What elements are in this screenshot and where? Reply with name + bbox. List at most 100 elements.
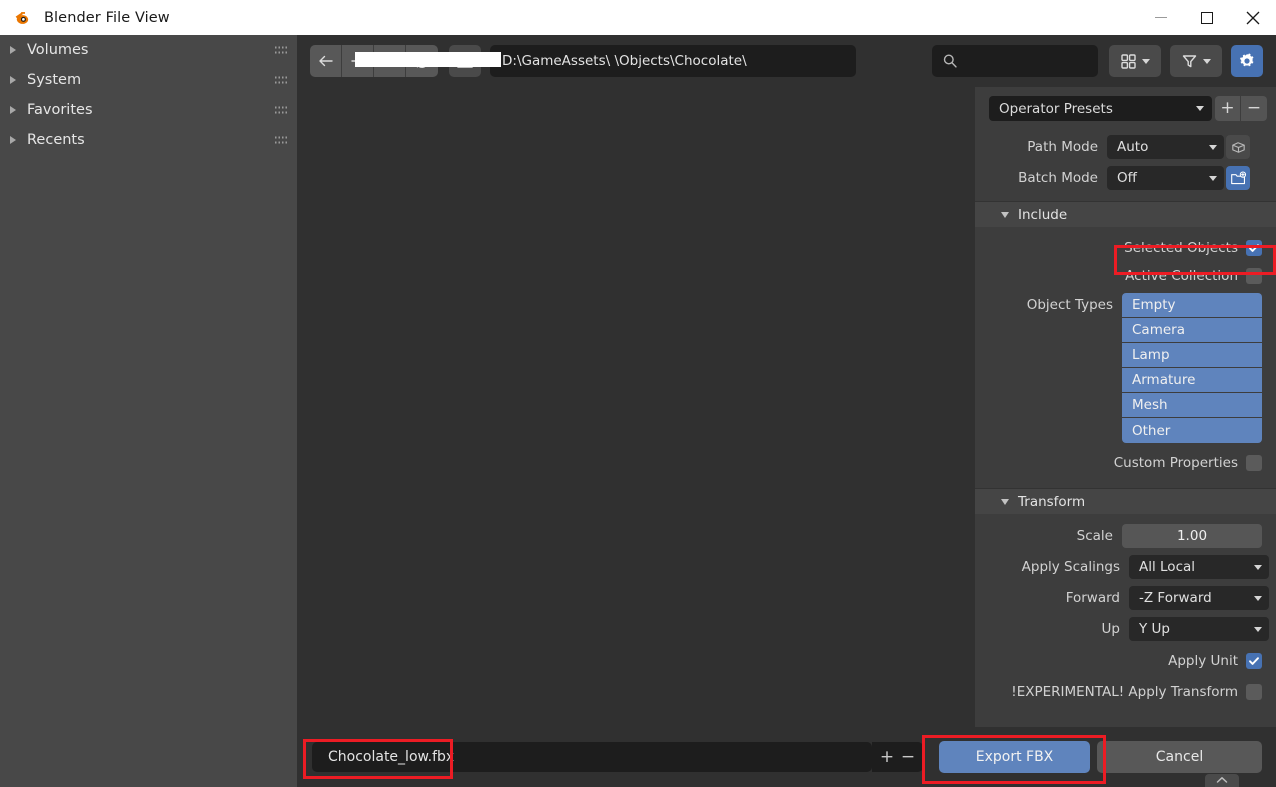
- apply-transform-checkbox[interactable]: [1246, 683, 1262, 700]
- apply-unit-label: Apply Unit: [1168, 652, 1238, 669]
- sidebar-item-label: Volumes: [27, 42, 89, 58]
- resize-panel-handle[interactable]: [1205, 774, 1239, 787]
- sidebar-item-label: Favorites: [27, 102, 93, 118]
- funnel-filter-icon: [1182, 54, 1197, 67]
- apply-scalings-value: All Local: [1139, 559, 1196, 575]
- object-types-list[interactable]: Empty Camera Lamp Armature Mesh Other: [1122, 293, 1262, 443]
- scale-label: Scale: [1076, 528, 1113, 544]
- scale-value-field[interactable]: 1.00: [1122, 524, 1262, 548]
- remove-preset-button[interactable]: −: [1241, 96, 1267, 121]
- drag-grip-icon[interactable]: [274, 45, 288, 55]
- apply-unit-row[interactable]: Apply Unit: [975, 648, 1276, 673]
- add-preset-button[interactable]: +: [1215, 96, 1241, 121]
- drag-grip-icon[interactable]: [274, 75, 288, 85]
- minimize-button[interactable]: [1138, 0, 1184, 35]
- options-gear-button[interactable]: [1231, 45, 1263, 77]
- export-fbx-label: Export FBX: [975, 749, 1054, 765]
- operator-presets-label: Operator Presets: [999, 100, 1113, 117]
- back-button[interactable]: [310, 45, 342, 77]
- selected-objects-row[interactable]: Selected Objects: [975, 235, 1276, 260]
- apply-transform-label: !EXPERIMENTAL! Apply Transform: [1011, 683, 1238, 700]
- object-type-label: Armature: [1132, 372, 1196, 388]
- apply-unit-checkbox[interactable]: [1246, 652, 1262, 669]
- up-select[interactable]: Y Up: [1129, 617, 1269, 641]
- sidebar-item-label: System: [27, 72, 82, 88]
- object-type-label: Other: [1132, 422, 1171, 439]
- active-collection-checkbox[interactable]: [1246, 267, 1262, 284]
- forward-label: Forward: [1065, 590, 1120, 606]
- object-type-armature[interactable]: Armature: [1122, 368, 1262, 393]
- blender-file-view-window: Blender File View Volumes System Favorit…: [0, 0, 1276, 787]
- up-row: Up Y Up: [975, 616, 1276, 642]
- window-title-bar: Blender File View: [0, 0, 1276, 35]
- path-mode-row: Path Mode Auto: [975, 134, 1276, 160]
- object-type-other[interactable]: Other: [1122, 418, 1262, 443]
- transform-section-header[interactable]: Transform: [975, 488, 1276, 514]
- drag-grip-icon[interactable]: [274, 105, 288, 115]
- arrow-left-icon: [318, 55, 333, 67]
- checkmark-icon: [1249, 656, 1259, 665]
- selected-objects-checkbox[interactable]: [1246, 239, 1262, 256]
- sidebar-item-volumes[interactable]: Volumes: [0, 35, 297, 65]
- display-mode-button[interactable]: [1109, 45, 1161, 77]
- directory-path-input[interactable]: D:\GameAssets\ \Objects\Chocolate\: [490, 45, 856, 77]
- object-type-label: Mesh: [1132, 397, 1168, 413]
- path-mode-select[interactable]: Auto: [1107, 135, 1224, 159]
- filename-value: Chocolate_low.fbx: [328, 749, 455, 765]
- sidebar-item-label: Recents: [27, 132, 85, 148]
- include-section-header[interactable]: Include: [975, 201, 1276, 227]
- active-collection-row[interactable]: Active Collection: [975, 263, 1276, 288]
- filter-button[interactable]: [1170, 45, 1222, 77]
- bottom-action-bar: Chocolate_low.fbx + − Export FBX Cancel: [297, 727, 1276, 787]
- object-type-mesh[interactable]: Mesh: [1122, 393, 1262, 418]
- chevron-down-icon: [1209, 175, 1217, 181]
- maximize-icon: [1201, 11, 1213, 24]
- file-list-area[interactable]: [300, 87, 972, 727]
- batch-mode-label: Batch Mode: [1018, 170, 1098, 186]
- object-type-lamp[interactable]: Lamp: [1122, 343, 1262, 368]
- custom-properties-checkbox[interactable]: [1246, 454, 1262, 471]
- window-title: Blender File View: [44, 9, 170, 26]
- transform-section-label: Transform: [1018, 493, 1086, 510]
- up-label: Up: [1101, 621, 1120, 637]
- add-preset-label: +: [1220, 98, 1235, 118]
- minimize-icon: [1155, 16, 1167, 19]
- chevron-up-icon: [1216, 777, 1228, 783]
- object-type-label: Camera: [1132, 322, 1185, 338]
- object-type-camera[interactable]: Camera: [1122, 318, 1262, 343]
- custom-properties-row[interactable]: Custom Properties: [975, 450, 1276, 475]
- triangle-right-icon: [10, 46, 16, 54]
- apply-transform-row[interactable]: !EXPERIMENTAL! Apply Transform: [975, 679, 1276, 704]
- path-mode-copy-button[interactable]: [1226, 135, 1250, 159]
- export-fbx-button[interactable]: Export FBX: [939, 741, 1090, 773]
- apply-scalings-label: Apply Scalings: [1021, 559, 1120, 575]
- apply-scalings-select[interactable]: All Local: [1129, 555, 1269, 579]
- grid-view-icon: [1121, 53, 1136, 69]
- object-type-label: Empty: [1132, 297, 1176, 313]
- cancel-button[interactable]: Cancel: [1097, 741, 1262, 773]
- sidebar-item-system[interactable]: System: [0, 65, 297, 95]
- close-icon: [1246, 11, 1260, 24]
- maximize-button[interactable]: [1184, 0, 1230, 35]
- blender-logo-icon: [15, 11, 29, 24]
- search-input[interactable]: [932, 45, 1098, 77]
- search-icon: [943, 54, 957, 68]
- apply-scalings-row: Apply Scalings All Local: [975, 554, 1276, 580]
- triangle-down-icon: [1001, 211, 1009, 218]
- drag-grip-icon[interactable]: [274, 135, 288, 145]
- object-type-empty[interactable]: Empty: [1122, 293, 1262, 318]
- filename-decrement-button[interactable]: −: [893, 742, 923, 772]
- forward-select[interactable]: -Z Forward: [1129, 586, 1269, 610]
- batch-mode-newdir-button[interactable]: [1226, 166, 1250, 190]
- window-controls: [1138, 0, 1276, 35]
- sidebar-item-favorites[interactable]: Favorites: [0, 95, 297, 125]
- filename-increment-label: +: [879, 747, 895, 767]
- filename-input[interactable]: Chocolate_low.fbx: [312, 742, 872, 772]
- close-button[interactable]: [1230, 0, 1276, 35]
- forward-row: Forward -Z Forward: [975, 585, 1276, 611]
- sidebar-item-recents[interactable]: Recents: [0, 125, 297, 155]
- chevron-down-icon: [1254, 595, 1262, 601]
- batch-mode-select[interactable]: Off: [1107, 166, 1224, 190]
- chevron-down-icon: [1203, 58, 1211, 64]
- operator-presets-select[interactable]: Operator Presets: [989, 96, 1212, 121]
